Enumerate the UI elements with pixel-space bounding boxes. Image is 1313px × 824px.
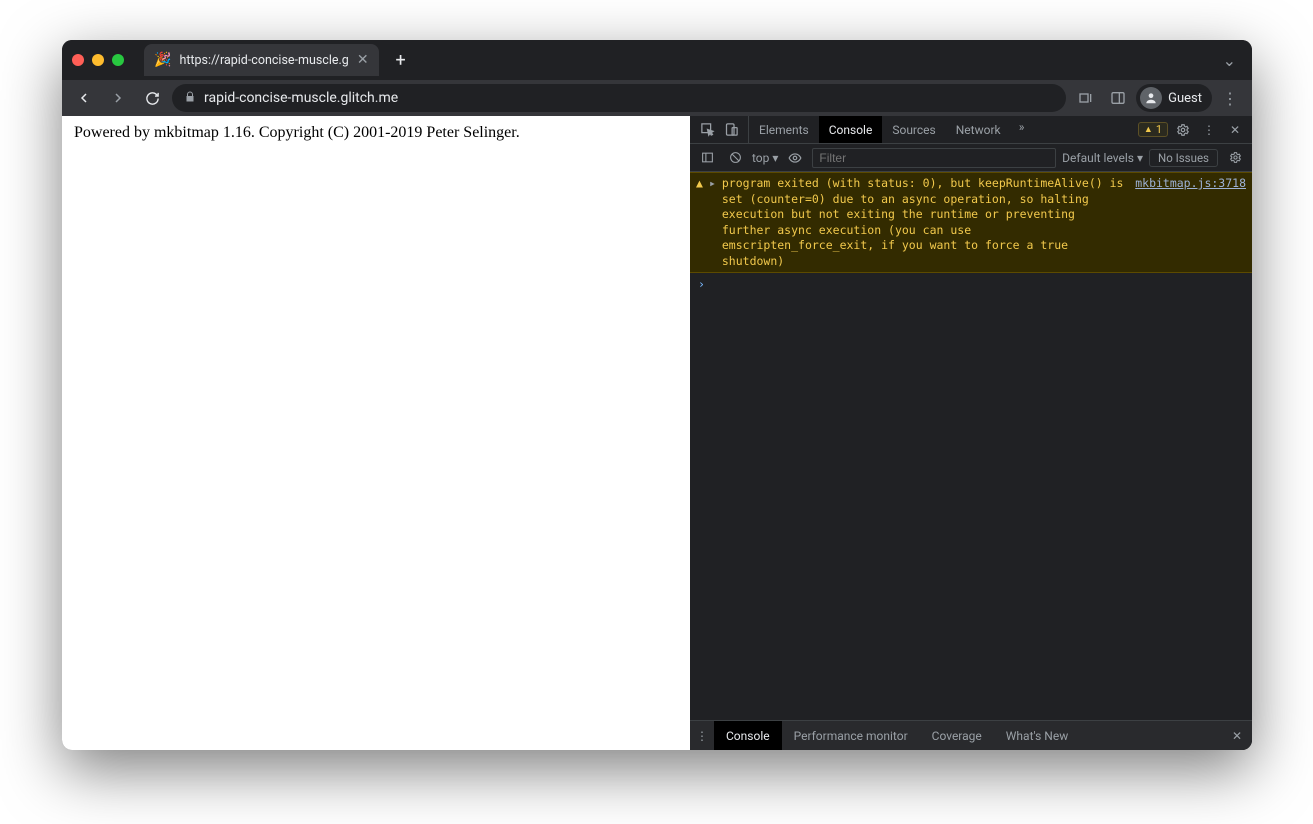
log-levels-label: Default levels <box>1062 151 1134 165</box>
inspect-element-button[interactable] <box>696 119 718 141</box>
devtools-menu-button[interactable]: ⋮ <box>1198 119 1220 141</box>
page-body-text: Powered by mkbitmap 1.16. Copyright (C) … <box>74 124 678 142</box>
console-prompt[interactable] <box>690 273 1252 295</box>
warning-icon: ▲ <box>696 176 703 269</box>
console-warning-message: program exited (with status: 0), but kee… <box>722 176 1129 269</box>
warning-count-badge[interactable]: 1 <box>1138 122 1168 137</box>
avatar-icon <box>1140 87 1162 109</box>
drawer-menu-button[interactable]: ⋮ <box>690 721 714 750</box>
console-sidebar-toggle[interactable] <box>696 147 718 169</box>
browser-window: 🎉 https://rapid-concise-muscle.g ✕ + ⌄ r… <box>62 40 1252 750</box>
warning-count-value: 1 <box>1156 123 1162 136</box>
toolbar: rapid-concise-muscle.glitch.me Guest ⋮ <box>62 80 1252 116</box>
chevron-down-icon: ▾ <box>1137 151 1143 165</box>
profile-button[interactable]: Guest <box>1136 84 1212 112</box>
close-window-button[interactable] <box>72 54 84 66</box>
devtools-drawer: ⋮ Console Performance monitor Coverage W… <box>690 720 1252 750</box>
back-button[interactable] <box>70 84 98 112</box>
drawer-close-button[interactable]: ✕ <box>1222 721 1252 750</box>
devtools-close-button[interactable]: ✕ <box>1224 119 1246 141</box>
profile-label: Guest <box>1168 91 1202 106</box>
forward-button[interactable] <box>104 84 132 112</box>
console-toolbar: top ▾ Default levels ▾ No Issues <box>690 144 1252 172</box>
chevron-down-icon: ▾ <box>772 151 778 165</box>
expand-arrow-icon[interactable]: ▸ <box>709 176 716 269</box>
console-source-link[interactable]: mkbitmap.js:3718 <box>1135 176 1246 269</box>
page-viewport: Powered by mkbitmap 1.16. Copyright (C) … <box>62 116 690 750</box>
more-tabs-button[interactable]: » <box>1011 116 1033 138</box>
close-tab-button[interactable]: ✕ <box>357 52 369 68</box>
console-output: ▲ ▸ program exited (with status: 0), but… <box>690 172 1252 720</box>
lock-icon <box>184 91 196 106</box>
maximize-window-button[interactable] <box>112 54 124 66</box>
issues-button[interactable]: No Issues <box>1149 149 1218 167</box>
media-control-icon[interactable] <box>1072 84 1100 112</box>
drawer-tab-coverage[interactable]: Coverage <box>920 721 994 750</box>
tab-elements[interactable]: Elements <box>749 116 819 143</box>
tab-favicon-icon: 🎉 <box>154 52 171 68</box>
log-levels-selector[interactable]: Default levels ▾ <box>1062 151 1143 165</box>
window-controls <box>72 54 124 66</box>
context-selector[interactable]: top ▾ <box>752 151 778 165</box>
toolbar-right: Guest ⋮ <box>1072 84 1244 112</box>
context-selector-label: top <box>752 151 769 165</box>
reload-button[interactable] <box>138 84 166 112</box>
live-expression-button[interactable] <box>784 147 806 169</box>
device-toolbar-button[interactable] <box>720 119 742 141</box>
tab-strip: 🎉 https://rapid-concise-muscle.g ✕ + ⌄ <box>62 40 1252 80</box>
url-text: rapid-concise-muscle.glitch.me <box>204 90 398 106</box>
tab-sources[interactable]: Sources <box>882 116 945 143</box>
devtools-panel: Elements Console Sources Network » 1 ⋮ ✕ <box>690 116 1252 750</box>
tab-search-button[interactable]: ⌄ <box>1217 51 1242 70</box>
tab-network[interactable]: Network <box>946 116 1011 143</box>
devtools-settings-button[interactable] <box>1172 119 1194 141</box>
minimize-window-button[interactable] <box>92 54 104 66</box>
drawer-tab-console[interactable]: Console <box>714 721 782 750</box>
clear-console-button[interactable] <box>724 147 746 169</box>
browser-menu-button[interactable]: ⋮ <box>1216 84 1244 112</box>
drawer-tab-whats-new[interactable]: What's New <box>994 721 1080 750</box>
tab-console[interactable]: Console <box>819 116 883 143</box>
console-settings-button[interactable] <box>1224 147 1246 169</box>
address-bar[interactable]: rapid-concise-muscle.glitch.me <box>172 84 1066 112</box>
new-tab-button[interactable]: + <box>387 46 415 74</box>
devtools-tab-bar: Elements Console Sources Network » 1 ⋮ ✕ <box>690 116 1252 144</box>
side-panel-icon[interactable] <box>1104 84 1132 112</box>
content-area: Powered by mkbitmap 1.16. Copyright (C) … <box>62 116 1252 750</box>
filter-input[interactable] <box>812 148 1056 168</box>
browser-tab[interactable]: 🎉 https://rapid-concise-muscle.g ✕ <box>144 44 379 76</box>
console-warning-row[interactable]: ▲ ▸ program exited (with status: 0), but… <box>690 172 1252 273</box>
drawer-tab-performance-monitor[interactable]: Performance monitor <box>782 721 920 750</box>
tab-title: https://rapid-concise-muscle.g <box>179 53 348 68</box>
